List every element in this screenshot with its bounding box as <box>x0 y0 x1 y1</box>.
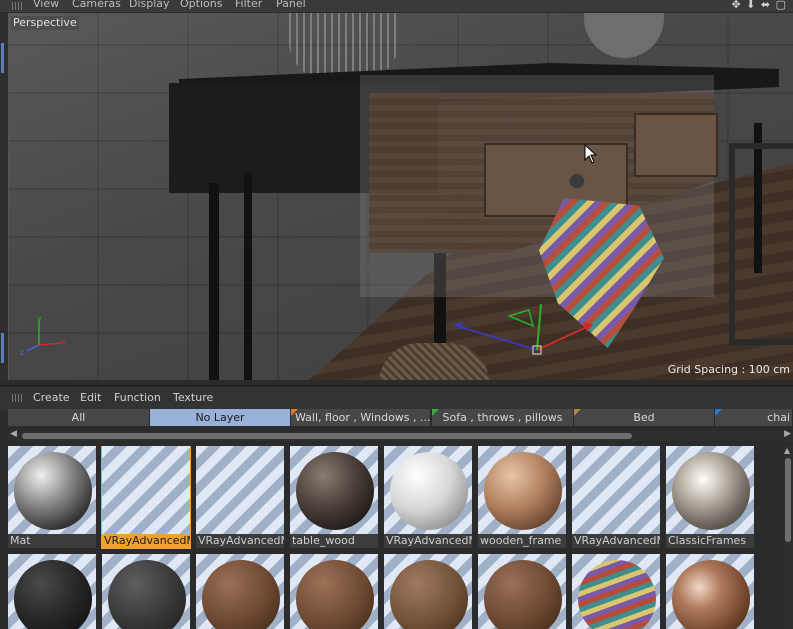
material-name: VRayAdvancedM <box>102 534 190 548</box>
scroll-up-icon[interactable]: ▲ <box>784 446 790 455</box>
menu-texture[interactable]: Texture <box>173 391 213 404</box>
scrollbar-thumb[interactable] <box>785 458 791 542</box>
left-toolbar-strip <box>0 13 8 380</box>
material-preview <box>8 554 96 629</box>
scrollbar-thumb[interactable] <box>22 433 632 439</box>
menu-display[interactable]: Display <box>129 0 170 10</box>
material-preview <box>290 446 378 534</box>
layer-tabs: All No Layer Wall, floor , Windows , ...… <box>8 409 793 426</box>
material-preview <box>196 446 284 534</box>
tab-bed[interactable]: Bed <box>574 409 715 426</box>
material-swatch[interactable]: VRayAdvancedM <box>196 446 284 548</box>
material-preview <box>478 554 566 629</box>
tab-all[interactable]: All <box>8 409 150 426</box>
grid-spacing-readout: Grid Spacing : 100 cm <box>667 363 790 376</box>
material-swatch[interactable]: table_wood <box>290 446 378 548</box>
viewport-menubar: View Cameras Display Options Filter Pane… <box>0 0 793 12</box>
material-preview <box>478 446 566 534</box>
material-swatch[interactable] <box>8 554 96 629</box>
tab-chairs[interactable]: chai <box>715 409 793 426</box>
material-name: VRayAdvancedM <box>386 534 472 547</box>
move-gizmo[interactable] <box>449 296 599 369</box>
material-preview <box>666 554 754 629</box>
material-swatch[interactable] <box>666 554 754 629</box>
drawer-knob <box>569 173 585 189</box>
material-preview <box>102 446 190 534</box>
material-preview <box>572 554 660 629</box>
svg-text:x: x <box>61 337 66 346</box>
scroll-left-icon[interactable]: ◀ <box>10 429 17 439</box>
menu-cameras[interactable]: Cameras <box>72 0 121 10</box>
menu-function[interactable]: Function <box>114 391 161 404</box>
material-swatch[interactable]: VRayAdvancedM <box>572 446 660 548</box>
material-swatch[interactable]: ClassicFrames <box>666 446 754 548</box>
material-swatch[interactable] <box>290 554 378 629</box>
menu-create[interactable]: Create <box>33 391 70 404</box>
material-name: table_wood <box>292 534 355 547</box>
menu-options[interactable]: Options <box>180 0 222 10</box>
material-preview <box>196 554 284 629</box>
material-swatch[interactable]: wooden_frame <box>478 446 566 548</box>
layer-color-flag <box>574 409 581 416</box>
material-preview <box>102 554 190 629</box>
svg-text:y: y <box>37 314 42 323</box>
picture-frame <box>729 143 793 345</box>
tab-wall-floor-windows[interactable]: Wall, floor , Windows , ... <box>291 409 431 426</box>
material-preview <box>384 554 472 629</box>
tab-sofa-throws-pillows[interactable]: Sofa , throws , pillows <box>432 409 574 426</box>
material-swatch[interactable]: VRayAdvancedM <box>384 446 472 548</box>
material-name: wooden_frame <box>480 534 562 547</box>
material-swatch[interactable] <box>196 554 284 629</box>
material-preview <box>572 446 660 534</box>
axis-gizmo: y x z <box>19 313 69 361</box>
material-swatch[interactable]: VRayAdvancedM <box>101 446 191 549</box>
material-name: VRayAdvancedM <box>198 534 284 547</box>
vertical-scrollbar[interactable]: ▲ <box>783 446 793 629</box>
scroll-right-icon[interactable]: ▶ <box>784 429 791 439</box>
material-swatch[interactable] <box>478 554 566 629</box>
3d-viewport[interactable]: y x z Perspective Grid Spacing : 100 cm <box>8 13 793 380</box>
material-name: VRayAdvancedM <box>574 534 660 547</box>
menu-view[interactable]: View <box>33 0 59 10</box>
menu-edit[interactable]: Edit <box>80 391 101 404</box>
material-swatch[interactable] <box>102 554 190 629</box>
material-preview <box>666 446 754 534</box>
horizontal-scrollbar[interactable]: ◀ ▶ <box>8 429 793 441</box>
layer-color-flag <box>291 409 298 416</box>
material-preview <box>290 554 378 629</box>
material-name: ClassicFrames <box>668 534 747 547</box>
material-preview <box>384 446 472 534</box>
layer-color-flag <box>715 409 722 416</box>
material-swatch[interactable]: Mat <box>8 446 96 548</box>
svg-text:z: z <box>20 348 24 357</box>
material-name: Mat <box>10 534 31 547</box>
layer-color-flag <box>432 409 439 416</box>
menu-panel[interactable]: Panel <box>276 0 306 10</box>
material-grid: Mat VRayAdvancedM VRayAdvancedM table_wo… <box>8 446 768 629</box>
viewport-nav-icons[interactable]: ✥ ⬇ ⬌ ▢ <box>731 0 787 11</box>
material-preview <box>8 446 96 534</box>
menubar-grip[interactable] <box>12 394 24 402</box>
mouse-cursor-icon <box>584 143 598 167</box>
menu-filter[interactable]: Filter <box>235 0 262 10</box>
material-swatch[interactable] <box>572 554 660 629</box>
table-leg <box>244 173 252 380</box>
material-swatch[interactable] <box>384 554 472 629</box>
table-leg <box>209 183 219 380</box>
viewport-label[interactable]: Perspective <box>11 16 79 30</box>
drawer-right <box>634 113 718 177</box>
menubar-grip[interactable] <box>12 2 24 10</box>
material-manager-menubar: Create Edit Function Texture <box>0 385 793 410</box>
tab-no-layer[interactable]: No Layer <box>150 409 291 426</box>
